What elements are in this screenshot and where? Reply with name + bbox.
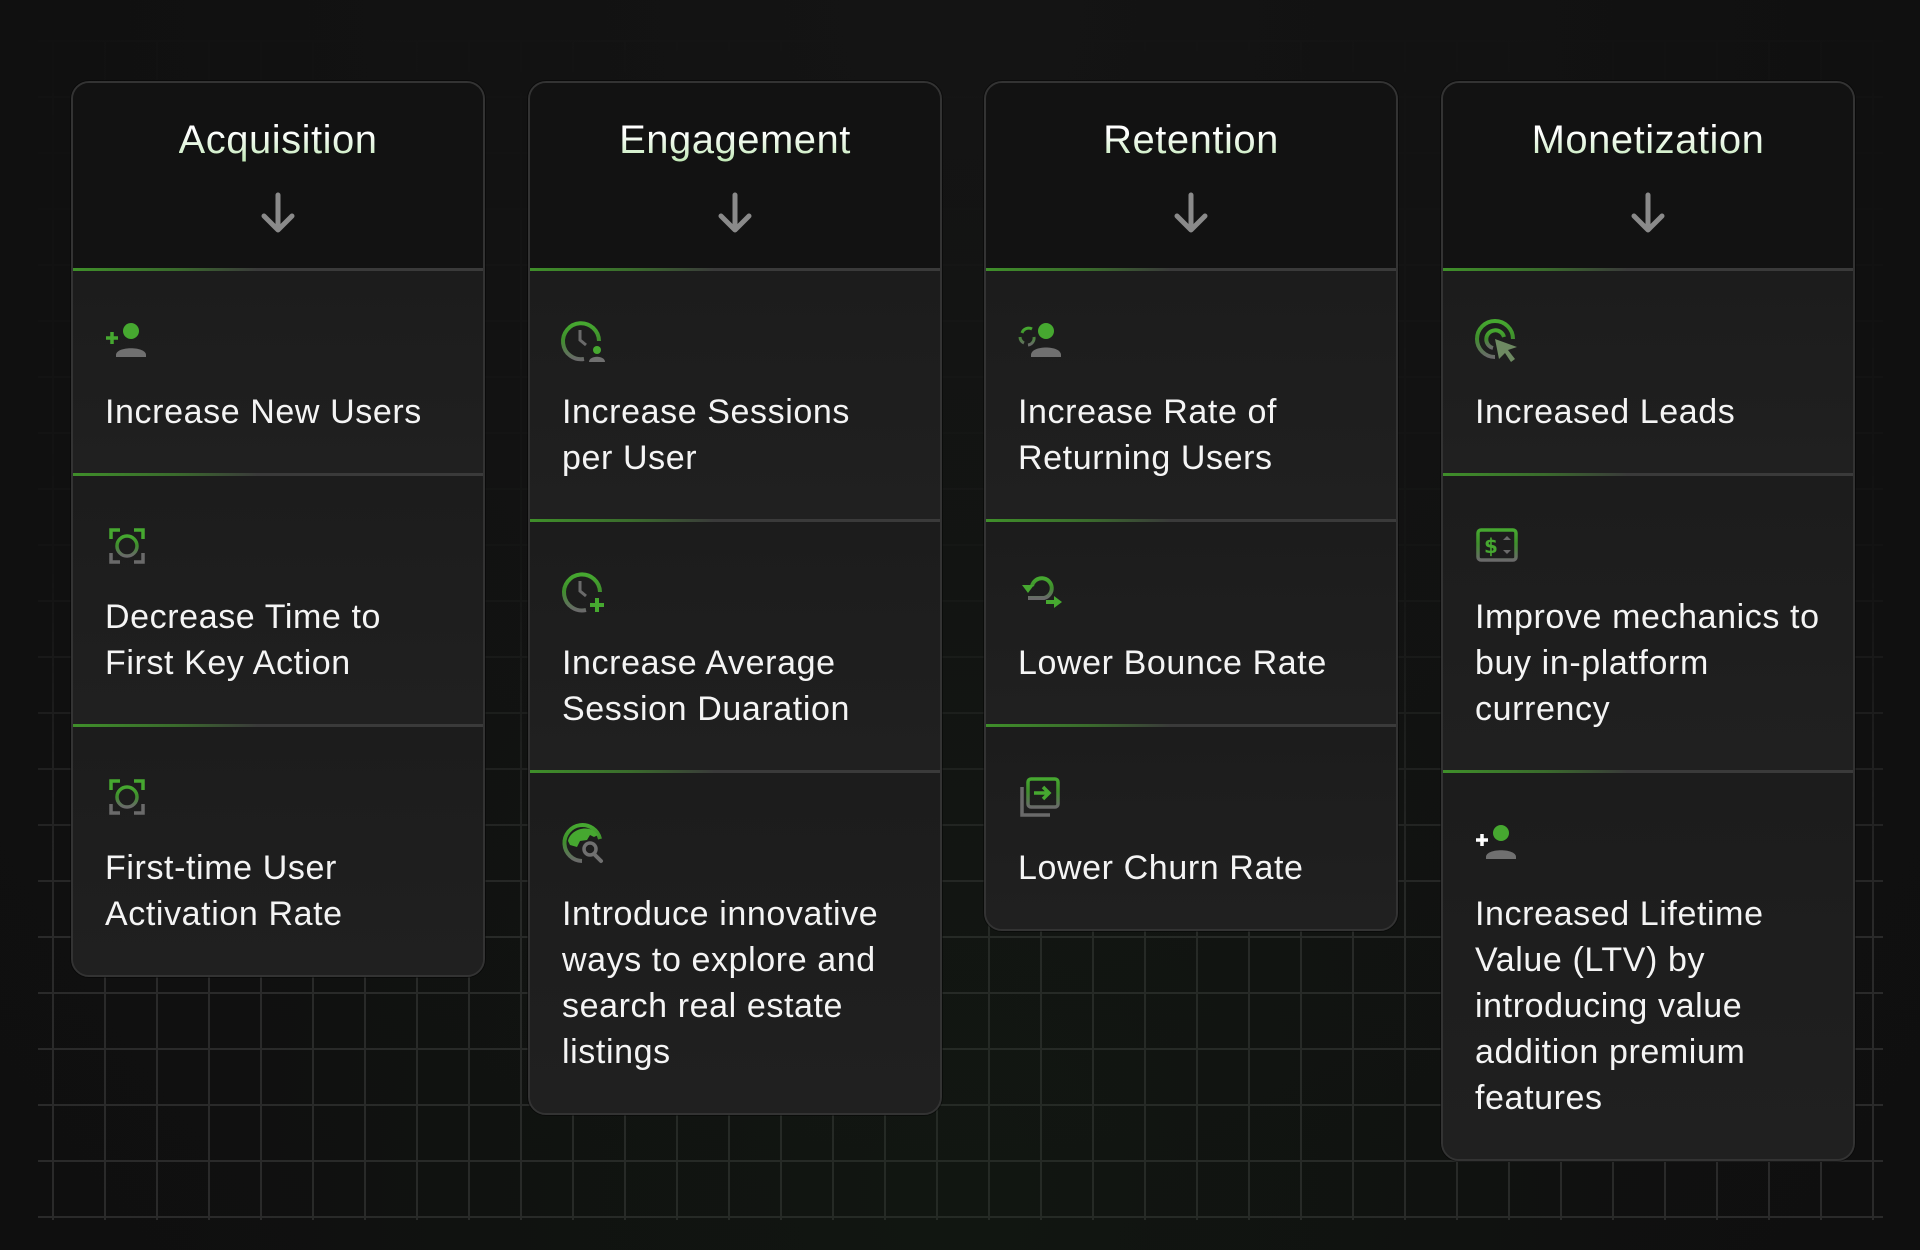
arrow-down-icon (1631, 192, 1665, 233)
svg-text:$: $ (1484, 534, 1498, 558)
goal-text: Improve mechanics to buy in-platform cur… (1475, 598, 1820, 728)
column-header: Acquisition (73, 83, 483, 268)
goal-text: Increase Rate of Returning Users (1018, 393, 1278, 477)
goal-text: Increased Lifetime Value (LTV) by introd… (1475, 895, 1764, 1117)
column-engagement: Engagement Increase Sessions per User In… (528, 81, 942, 1115)
column-retention: Retention Increase Rate of Returning Use… (984, 81, 1398, 931)
column-header: Engagement (530, 83, 940, 268)
goal-item: Introduce innovative ways to explore and… (530, 773, 940, 1113)
clock-user-icon (561, 321, 605, 362)
goal-item: Increase Sessions per User (530, 271, 940, 519)
column-header: Monetization (1443, 83, 1853, 268)
goal-item: $ Improve mechanics to buy in-platform c… (1443, 476, 1853, 770)
bounce-arrow-icon (1022, 576, 1062, 608)
goal-item: Decrease Time to First Key Action (73, 476, 483, 724)
goal-item: Lower Bounce Rate (986, 522, 1396, 724)
goal-item: Increased Leads (1443, 271, 1853, 473)
arrow-down-icon (261, 192, 295, 233)
canvas: Acquisition Increase New Users Decrease … (0, 0, 1920, 1250)
clock-add-icon (562, 572, 604, 613)
column-title: Retention (1103, 115, 1279, 165)
column-monetization: Monetization Increased Leads $ Improve m… (1441, 81, 1855, 1161)
person-add-icon (106, 323, 146, 357)
goal-item: Increased Lifetime Value (LTV) by introd… (1443, 773, 1853, 1159)
goal-text: Increased Leads (1475, 393, 1736, 431)
arrow-down-icon (1174, 192, 1208, 233)
person-add-icon (1476, 825, 1516, 859)
goal-text: Decrease Time to First Key Action (105, 598, 382, 682)
goal-item: Lower Churn Rate (986, 727, 1396, 929)
goal-text: Introduce innovative ways to explore and… (562, 895, 879, 1071)
goal-text: Lower Churn Rate (1018, 849, 1304, 887)
exit-stack-icon (1020, 777, 1060, 817)
column-title: Acquisition (179, 115, 378, 165)
column-acquisition: Acquisition Increase New Users Decrease … (71, 81, 485, 977)
goal-text: Increase Average Session Duaration (562, 644, 851, 728)
goal-text: First-time User Activation Rate (105, 849, 343, 933)
column-title: Engagement (619, 115, 851, 165)
arrow-down-icon (718, 192, 752, 233)
goal-item: Increase Average Session Duaration (530, 522, 940, 770)
goal-item: Increase Rate of Returning Users (986, 271, 1396, 519)
goal-item: First-time User Activation Rate (73, 727, 483, 975)
face-scan-icon (109, 779, 145, 815)
currency-exchange-icon: $ (1476, 528, 1518, 562)
face-scan-icon (109, 528, 145, 564)
goal-text: Increase Sessions per User (562, 393, 851, 477)
goal-item: Increase New Users (73, 271, 483, 473)
recycle-user-icon (1018, 323, 1061, 357)
goal-text: Lower Bounce Rate (1018, 644, 1327, 682)
goal-text: Increase New Users (105, 393, 422, 431)
column-header: Retention (986, 83, 1396, 268)
target-cursor-icon (1475, 319, 1517, 362)
globe-search-icon (562, 823, 603, 863)
column-title: Monetization (1532, 115, 1765, 165)
